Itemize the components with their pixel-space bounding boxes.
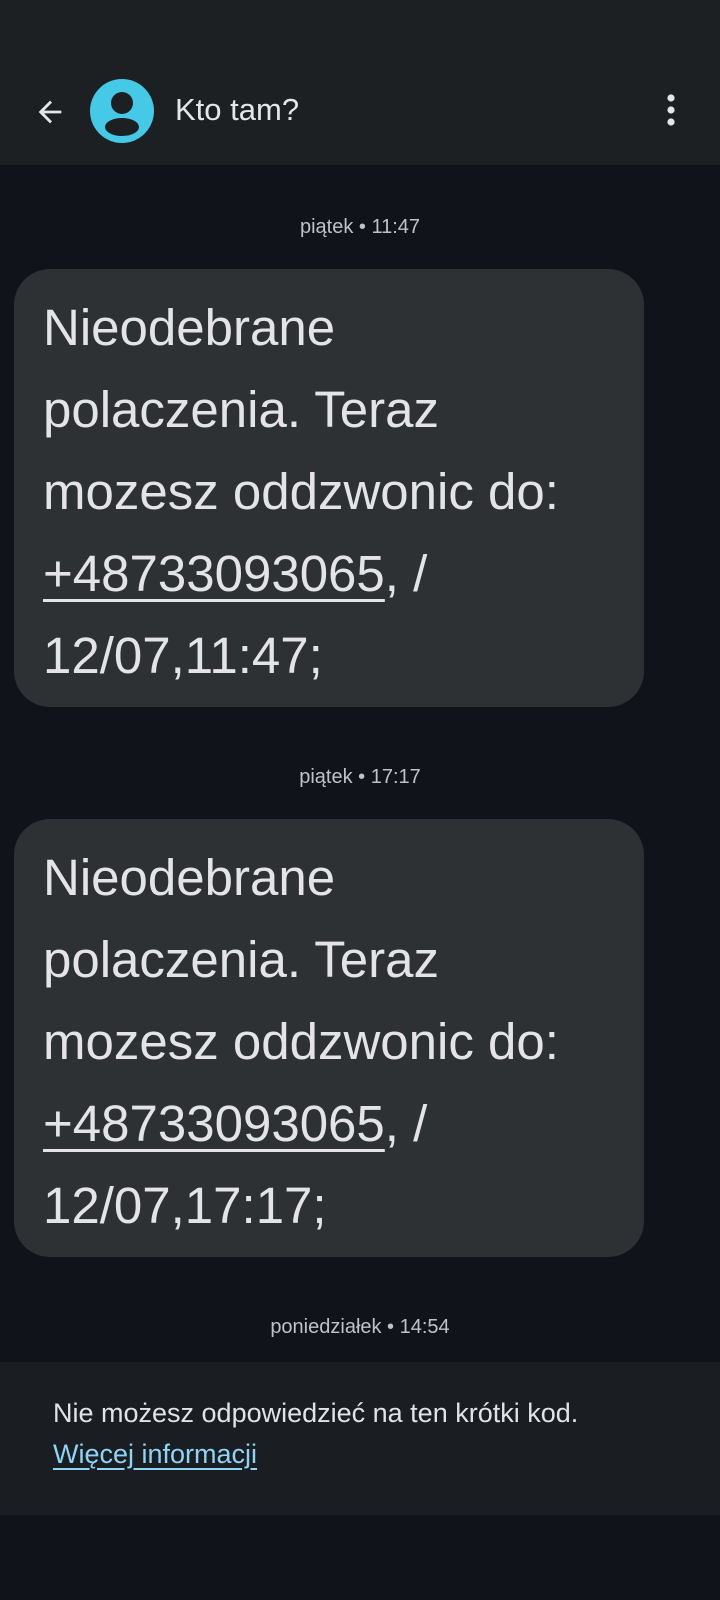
message-line: 12/07,11:47;	[43, 627, 323, 684]
contact-name[interactable]: Kto tam?	[175, 88, 299, 132]
message-text: Nieodebrane polaczenia. Teraz mozesz odd…	[43, 837, 616, 1247]
message-line: mozesz oddzwonic do:	[43, 1013, 559, 1070]
message-line: 12/07,17:17;	[43, 1177, 327, 1234]
message-line: polaczenia. Teraz	[43, 381, 439, 438]
phone-number-link[interactable]: +48733093065	[43, 1095, 385, 1152]
message-timestamp: poniedziałek • 14:54	[270, 1316, 450, 1338]
message-line: mozesz oddzwonic do:	[43, 463, 559, 520]
message-timestamp: piątek • 17:17	[299, 766, 421, 788]
message-bubble[interactable]: Nieodebrane polaczenia. Teraz mozesz odd…	[14, 269, 644, 707]
phone-number-link[interactable]: +48733093065	[43, 545, 385, 602]
avatar[interactable]	[90, 79, 154, 143]
reply-disabled-panel: Nie możesz odpowiedzieć na ten krótki ko…	[0, 1362, 720, 1515]
message-line: +48733093065, /	[43, 1083, 616, 1165]
message-line: polaczenia. Teraz	[43, 931, 439, 988]
message-timestamp: piątek • 11:47	[299, 216, 421, 238]
more-vert-icon	[667, 94, 675, 126]
message-bubble[interactable]: Nieodebrane polaczenia. Teraz mozesz odd…	[14, 819, 644, 1257]
message-line: Nieodebrane	[43, 849, 336, 906]
message-text-fragment: , /	[384, 1095, 428, 1152]
more-options-button[interactable]	[647, 86, 695, 134]
person-icon	[105, 92, 139, 136]
more-info-link[interactable]: Więcej informacji	[53, 1434, 257, 1474]
message-line: Nieodebrane	[43, 299, 336, 356]
back-button[interactable]	[22, 84, 78, 140]
message-line: +48733093065, /	[43, 533, 616, 615]
message-text: Nieodebrane polaczenia. Teraz mozesz odd…	[43, 287, 616, 697]
arrow-back-icon	[38, 100, 62, 124]
message-text-fragment: , /	[384, 545, 428, 602]
reply-disabled-notice: Nie możesz odpowiedzieć na ten krótki ko…	[53, 1398, 579, 1428]
top-app-bar: Kto tam?	[0, 0, 720, 165]
